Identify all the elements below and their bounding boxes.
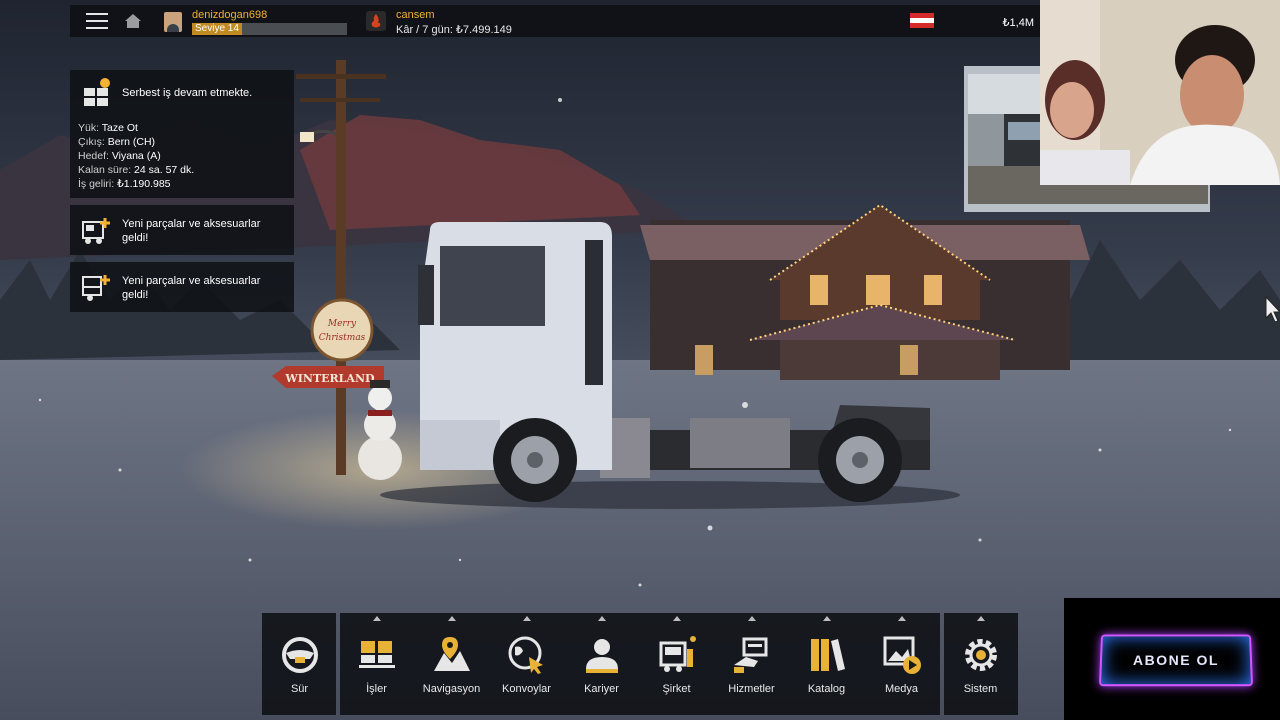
media-icon xyxy=(883,636,921,674)
expand-caret-icon xyxy=(447,616,456,621)
toolbar-label: Şirket xyxy=(662,683,691,695)
menu-icon[interactable] xyxy=(86,13,108,29)
notification-text: Yeni parçalar ve aksesuarlar geldi! xyxy=(122,218,261,244)
expand-caret-icon xyxy=(747,616,756,621)
toolbar-label: Katalog xyxy=(807,683,846,695)
job-row-value: Bern (CH) xyxy=(107,136,156,148)
subscribe-button[interactable]: ABONE OL xyxy=(1098,634,1254,687)
trailer-parts-icon xyxy=(80,271,112,308)
toolbar-label: Konvoylar xyxy=(502,683,551,695)
main-menu-toolbar: Sür İşler Navigasyon Konvoylar Kariyer Ş… xyxy=(262,613,1018,715)
expand-caret-icon xyxy=(976,616,985,621)
jobs-icon xyxy=(359,641,395,668)
job-status-panel[interactable]: Serbest iş devam etmekte. Yük: Taze Ot Ç… xyxy=(70,70,294,198)
career-button[interactable]: Kariyer xyxy=(564,613,639,715)
notification-new-parts[interactable]: Yeni parçalar ve aksesuarlar geldi! xyxy=(70,262,294,312)
job-title: Serbest iş devam etmekte. xyxy=(122,87,253,99)
toolbar-label: Navigasyon xyxy=(422,683,481,695)
drive-button[interactable]: Sür xyxy=(262,613,337,715)
toolbar-label: Medya xyxy=(884,683,919,695)
jobs-icon xyxy=(82,78,112,113)
career-icon xyxy=(586,639,618,673)
expand-caret-icon xyxy=(522,616,531,621)
austria-flag-icon xyxy=(910,13,934,28)
steering-wheel-icon xyxy=(282,637,318,673)
job-row-cargo: Yük: Taze Ot xyxy=(78,122,138,134)
company-icon xyxy=(659,636,696,672)
system-button[interactable]: Sistem xyxy=(943,613,1018,715)
toolbar-label: Kariyer xyxy=(584,683,619,695)
company-name[interactable]: cansem xyxy=(396,9,435,21)
job-row-label: Yük: xyxy=(78,122,100,134)
toolbar-label: Hizmetler xyxy=(728,683,775,695)
convoys-button[interactable]: Konvoylar xyxy=(489,613,564,715)
streamer-webcam xyxy=(1040,0,1280,185)
settings-gear-icon xyxy=(965,639,997,671)
toolbar-label: İşler xyxy=(366,683,387,695)
home-icon[interactable] xyxy=(124,13,142,29)
media-button[interactable]: Medya xyxy=(864,613,939,715)
job-row-value: 24 sa. 57 dk. xyxy=(134,164,195,176)
notification-text: Yeni parçalar ve aksesuarlar geldi! xyxy=(122,275,261,301)
expand-caret-icon xyxy=(897,616,906,621)
job-row-remaining-time: Kalan süre: 24 sa. 57 dk. xyxy=(78,164,194,176)
expand-caret-icon xyxy=(372,616,381,621)
jobs-button[interactable]: İşler xyxy=(339,613,414,715)
svg-text:WINTERLAND: WINTERLAND xyxy=(284,372,375,385)
mouse-cursor-icon xyxy=(1265,295,1280,329)
expand-caret-icon xyxy=(672,616,681,621)
job-row-label: İş geliri: xyxy=(78,178,115,190)
subscribe-overlay: ABONE OL xyxy=(1064,598,1280,720)
catalog-icon xyxy=(811,639,845,671)
username[interactable]: denizdogan698 xyxy=(192,9,267,21)
catalog-button[interactable]: Katalog xyxy=(789,613,864,715)
services-button[interactable]: Hizmetler xyxy=(714,613,789,715)
expand-caret-icon xyxy=(822,616,831,621)
job-row-origin: Çıkış: Bern (CH) xyxy=(78,136,155,148)
job-row-value: ₺1.190.985 xyxy=(117,178,171,190)
job-row-destination: Hedef: Viyana (A) xyxy=(78,150,161,162)
truck-parts-icon xyxy=(80,214,112,251)
job-row-label: Çıkış: xyxy=(78,136,105,148)
money-balance: ₺1,4M xyxy=(1002,17,1034,29)
toolbar-label: Sistem xyxy=(963,683,998,695)
convoys-icon xyxy=(508,636,543,674)
expand-caret-icon xyxy=(597,616,606,621)
company-button[interactable]: Şirket xyxy=(639,613,714,715)
job-row-income: İş geliri: ₺1.190.985 xyxy=(78,178,171,190)
services-icon xyxy=(734,637,768,673)
job-row-value: Viyana (A) xyxy=(111,150,161,162)
svg-text:Merry: Merry xyxy=(327,319,357,329)
top-status-bar: denizdogan698 Seviye 14 cansem Kâr / 7 g… xyxy=(70,5,1040,37)
job-row-value: Taze Ot xyxy=(101,122,138,134)
svg-text:Christmas: Christmas xyxy=(319,333,366,343)
navigation-icon xyxy=(434,637,470,671)
company-logo-icon[interactable] xyxy=(366,11,386,31)
level-progress-bar: Seviye 14 xyxy=(192,23,347,35)
job-row-label: Hedef: xyxy=(78,150,109,162)
avatar[interactable] xyxy=(164,12,182,32)
level-label: Seviye 14 xyxy=(195,23,239,34)
company-profit: Kâr / 7 gün: ₺7.499.149 xyxy=(396,24,512,36)
notification-new-parts[interactable]: Yeni parçalar ve aksesuarlar geldi! xyxy=(70,205,294,255)
job-row-label: Kalan süre: xyxy=(78,164,132,176)
navigation-button[interactable]: Navigasyon xyxy=(414,613,489,715)
toolbar-label: Sür xyxy=(290,683,309,695)
